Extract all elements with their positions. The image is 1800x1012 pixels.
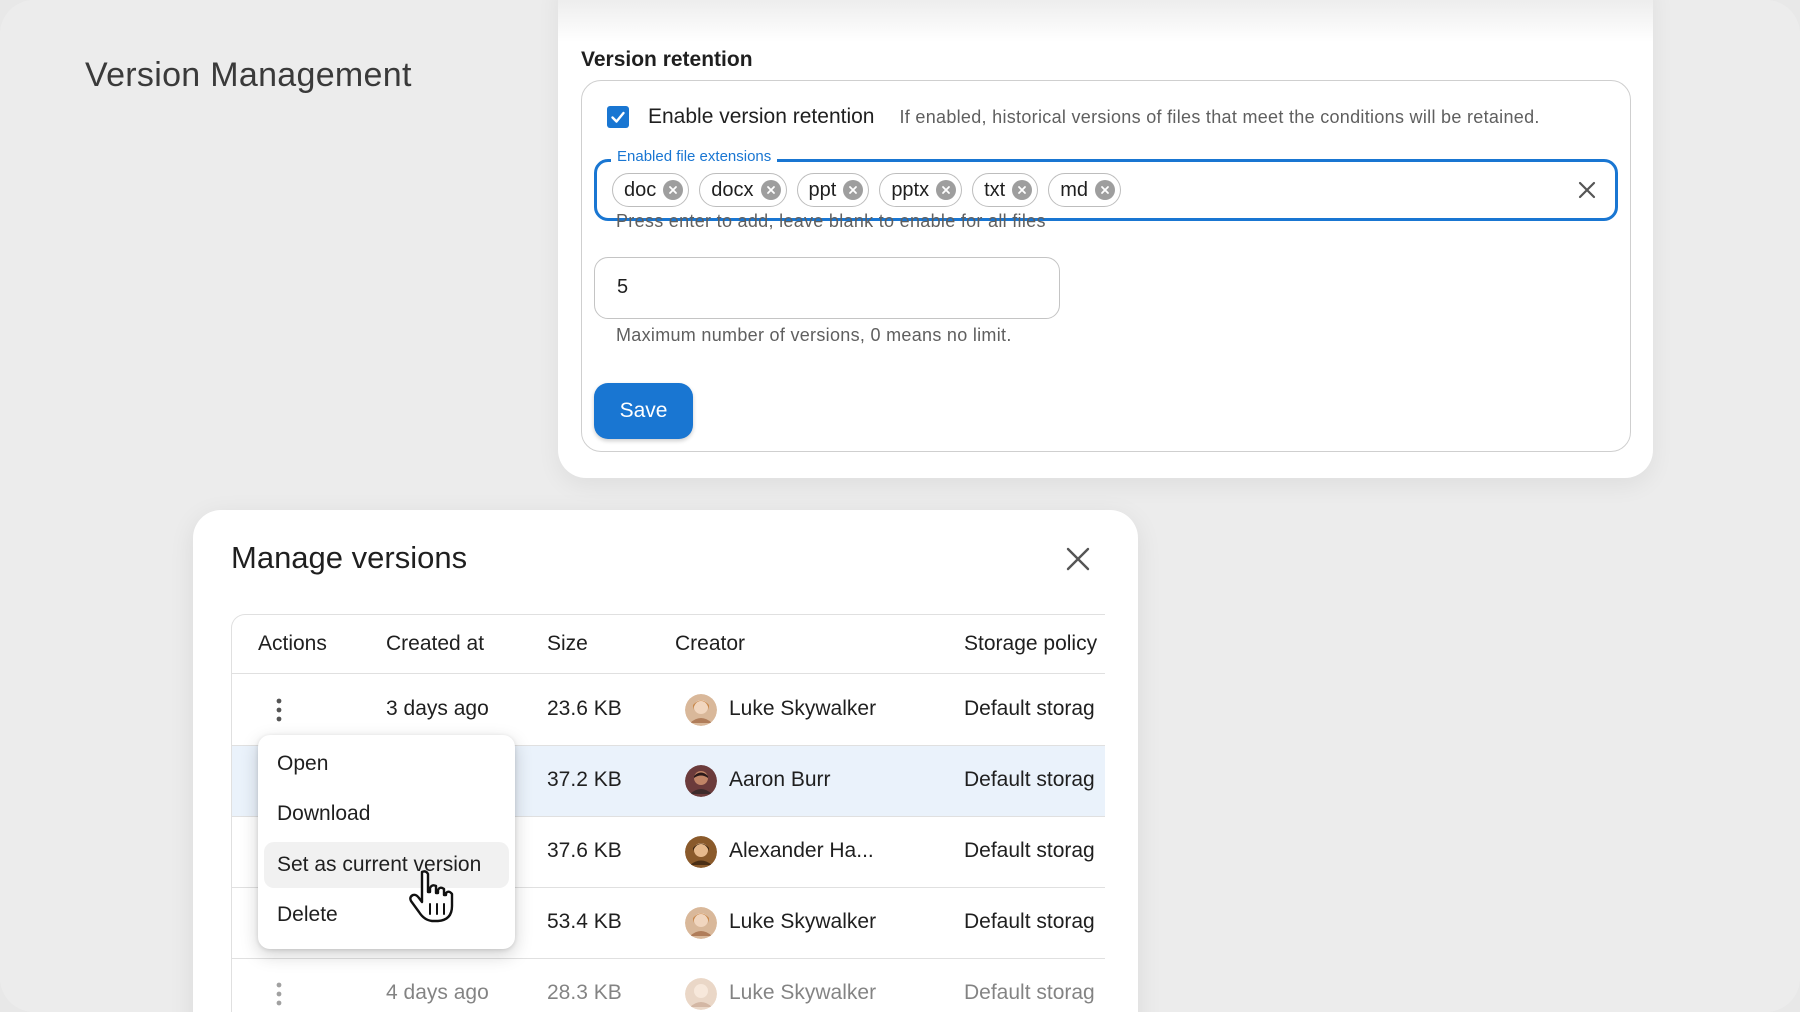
column-header-creator[interactable]: Creator — [675, 632, 745, 656]
chip-remove-icon[interactable] — [760, 180, 781, 200]
creator-cell[interactable]: Aaron Burr — [729, 768, 831, 792]
table-row[interactable]: 4 days ago 28.3 KB Luke Skywalker Defaul… — [232, 959, 1105, 1012]
enable-retention-row: Enable version retention If enabled, his… — [607, 105, 1540, 129]
max-versions-input[interactable]: 5 — [594, 257, 1060, 319]
version-retention-card: Version retention Enable version retenti… — [558, 0, 1653, 478]
column-header-created-at[interactable]: Created at — [386, 632, 484, 656]
menu-item-delete[interactable]: Delete — [264, 892, 509, 938]
more-vertical-icon[interactable] — [276, 697, 282, 723]
extension-chip: docx — [699, 173, 787, 207]
chip-remove-icon[interactable] — [1095, 180, 1116, 200]
size-cell: 23.6 KB — [547, 697, 622, 720]
avatar — [685, 765, 717, 797]
extension-chip-label: md — [1060, 178, 1089, 201]
size-cell: 28.3 KB — [547, 981, 622, 1004]
extension-chip: doc — [612, 173, 690, 207]
extension-chip: md — [1048, 173, 1122, 207]
creator-cell[interactable]: Luke Skywalker — [729, 981, 876, 1005]
menu-item-download[interactable]: Download — [264, 791, 509, 837]
chip-remove-icon[interactable] — [936, 180, 957, 200]
close-icon[interactable] — [1063, 544, 1093, 574]
file-extensions-label: Enabled file extensions — [611, 148, 778, 165]
hand-cursor-icon — [409, 870, 454, 923]
created-at-cell: 3 days ago — [386, 697, 489, 720]
chip-remove-icon[interactable] — [843, 180, 864, 200]
creator-cell[interactable]: Alexander Ha... — [729, 839, 874, 863]
extension-chip-label: docx — [711, 178, 754, 201]
chip-remove-icon[interactable] — [1012, 180, 1033, 200]
section-title: Version retention — [581, 48, 753, 71]
dialog-title: Manage versions — [231, 540, 468, 575]
max-versions-helper-text: Maximum number of versions, 0 means no l… — [616, 325, 1012, 345]
more-vertical-icon[interactable] — [276, 981, 282, 1007]
extension-chip-label: doc — [624, 178, 657, 201]
enable-retention-checkbox[interactable] — [607, 106, 629, 128]
row-actions-menu: Open Download Set as current version Del… — [258, 735, 515, 949]
storage-policy-cell: Default storag — [964, 768, 1095, 791]
column-header-actions: Actions — [258, 632, 327, 655]
extension-chip: pptx — [879, 173, 963, 207]
table-header: Actions Created at Size Creator Storage … — [232, 615, 1105, 674]
enable-retention-label[interactable]: Enable version retention — [648, 105, 874, 129]
extension-chip-list: doc docx ppt pptx txt md — [612, 173, 1122, 207]
menu-item-open[interactable]: Open — [264, 741, 509, 787]
extension-chip-label: pptx — [891, 178, 930, 201]
size-cell: 37.2 KB — [547, 768, 622, 791]
extensions-helper-text: Press enter to add, leave blank to enabl… — [616, 211, 1046, 231]
card-top-fade — [558, 0, 1653, 42]
created-at-cell: 4 days ago — [386, 981, 489, 1004]
clear-icon[interactable] — [1575, 178, 1599, 202]
check-icon — [611, 111, 625, 123]
column-header-size[interactable]: Size — [547, 632, 588, 656]
storage-policy-cell: Default storag — [964, 981, 1095, 1004]
extension-chip: txt — [972, 173, 1039, 207]
page-title: Version Management — [85, 56, 412, 94]
avatar — [685, 978, 717, 1010]
extension-chip-label: txt — [984, 178, 1006, 201]
creator-cell[interactable]: Luke Skywalker — [729, 697, 876, 721]
storage-policy-cell: Default storag — [964, 839, 1095, 862]
enable-retention-hint: If enabled, historical versions of files… — [899, 106, 1540, 127]
size-cell: 53.4 KB — [547, 910, 622, 933]
extension-chip: ppt — [796, 173, 870, 207]
chip-remove-icon[interactable] — [663, 180, 684, 200]
page-background: Version Management Version retention Ena… — [0, 0, 1800, 1012]
menu-item-set-current-version[interactable]: Set as current version — [264, 842, 509, 888]
avatar — [685, 907, 717, 939]
column-header-storage-policy[interactable]: Storage policy — [964, 632, 1097, 656]
creator-cell[interactable]: Luke Skywalker — [729, 910, 876, 934]
save-button[interactable]: Save — [594, 383, 693, 439]
retention-settings-box: Enable version retention If enabled, his… — [581, 80, 1631, 452]
avatar — [685, 836, 717, 868]
extension-chip-label: ppt — [808, 178, 837, 201]
storage-policy-cell: Default storag — [964, 910, 1095, 933]
avatar — [685, 694, 717, 726]
size-cell: 37.6 KB — [547, 839, 622, 862]
storage-policy-cell: Default storag — [964, 697, 1095, 720]
